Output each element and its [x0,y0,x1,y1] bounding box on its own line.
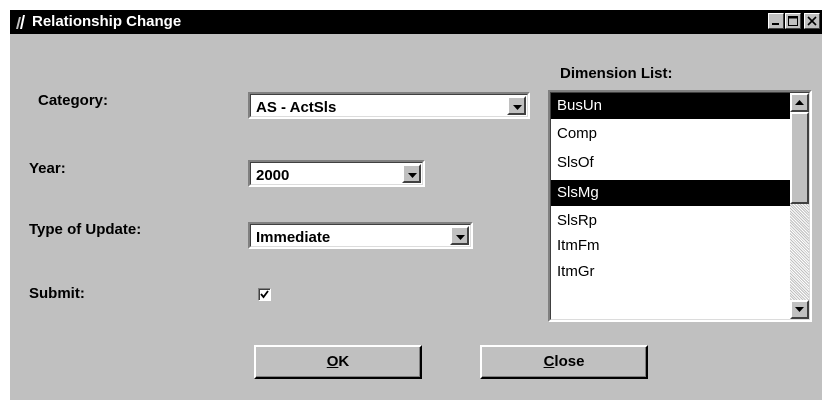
ok-mnemonic: O [326,353,339,370]
submit-checkbox[interactable] [258,288,271,301]
list-item-slsmg[interactable]: SlsMg [551,180,791,206]
chevron-down-icon [513,105,522,110]
update-type-dropdown-button[interactable] [450,226,469,245]
list-item-busun[interactable]: BusUn [551,93,791,119]
title-bar[interactable]: Relationship Change [10,10,822,34]
update-type-select[interactable]: Immediate [248,222,473,249]
list-scrollbar[interactable] [790,93,809,319]
submit-label: Submit: [29,285,85,302]
maximize-button[interactable] [785,13,801,29]
year-label: Year: [29,160,66,177]
maximize-icon [788,16,798,26]
minimize-icon [772,23,779,25]
close-dialog-button[interactable]: Close [480,345,648,379]
relationship-change-dialog: Relationship Change Category: AS - ActSl… [10,10,822,400]
list-item-itmgr[interactable]: ItmGr [551,259,791,285]
list-item-comp[interactable]: Comp [551,121,791,147]
list-item-slsof[interactable]: SlsOf [551,150,791,176]
list-item-itmfm[interactable]: ItmFm [551,233,791,259]
close-button[interactable] [804,13,820,29]
category-label: Category: [38,92,109,109]
checkmark-icon [260,290,269,299]
category-value: AS - ActSls [256,99,337,116]
dimension-list[interactable]: BusUn Comp SlsOf SlsMg SlsRp ItmFm ItmGr [548,90,812,322]
update-type-value: Immediate [256,229,331,246]
scroll-down-button[interactable] [790,300,809,319]
window-title: Relationship Change [32,13,182,30]
category-select[interactable]: AS - ActSls [248,92,530,119]
year-dropdown-button[interactable] [402,164,421,183]
app-icon [16,15,25,29]
minimize-button[interactable] [768,13,784,29]
close-mnemonic: C [543,353,555,370]
ok-button[interactable]: OK [254,345,422,379]
scroll-thumb[interactable] [790,112,809,204]
dimension-list-label: Dimension List: [560,65,673,82]
update-type-label: Type of Update: [29,221,142,238]
scroll-up-button[interactable] [790,93,809,112]
ok-label-rest: K [338,353,350,370]
chevron-down-icon [408,173,417,178]
category-dropdown-button[interactable] [507,96,526,115]
year-value: 2000 [256,167,290,184]
chevron-down-icon [456,235,465,240]
list-item-slsrp[interactable]: SlsRp [551,208,791,234]
close-icon [807,16,817,26]
arrow-down-icon [795,307,804,312]
close-label-rest: lose [554,353,585,370]
year-select[interactable]: 2000 [248,160,425,187]
arrow-up-icon [795,100,804,105]
